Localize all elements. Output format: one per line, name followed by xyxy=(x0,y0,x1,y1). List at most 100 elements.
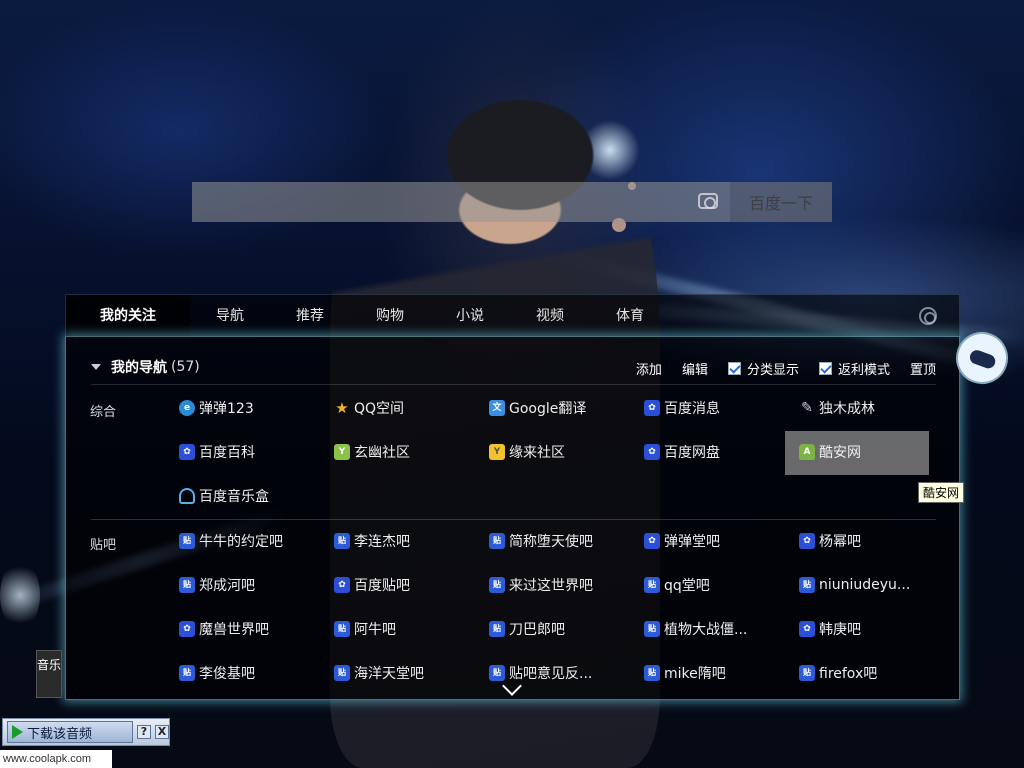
nav-link-label: 魔兽世界吧 xyxy=(199,622,269,638)
robot-mascot-icon[interactable] xyxy=(948,324,1016,408)
panel-title[interactable]: 我的导航 (57) xyxy=(91,357,200,377)
play-icon xyxy=(12,725,23,739)
star-icon: ★ xyxy=(335,399,349,417)
nav-link[interactable]: 贴来过这世界吧 xyxy=(489,574,593,596)
tieba-icon: 贴 xyxy=(489,533,505,549)
nav-link[interactable]: 贴 firefox吧 xyxy=(799,662,877,684)
nav-panel: 我的导航 (57) 添加 编辑 分类显示 返利模式 置顶 综合 e 弹弹123 ★ QQ… xyxy=(65,336,960,700)
pin-top-button[interactable]: 置顶 xyxy=(910,359,936,378)
tieba-icon: 贴 xyxy=(489,621,505,637)
panel-header: 我的导航 (57) 添加 编辑 分类显示 返利模式 置顶 xyxy=(91,357,936,385)
nav-link-label: 简称堕天使吧 xyxy=(509,534,593,550)
nav-link[interactable]: 贴牛牛的约定吧 xyxy=(179,530,283,552)
search-input[interactable] xyxy=(192,182,730,222)
tab-shopping[interactable]: 购物 xyxy=(350,295,430,337)
nav-link[interactable]: ★ QQ空间 xyxy=(334,397,404,419)
nav-link-label: 玄幽社区 xyxy=(354,445,410,461)
nav-link-label: niuniudeyu... xyxy=(819,577,911,593)
nav-link[interactable]: 贴海洋天堂吧 xyxy=(334,662,424,684)
search-button[interactable]: 百度一下 xyxy=(730,182,832,222)
ys-icon: Y xyxy=(334,444,350,460)
tieba-icon: 贴 xyxy=(799,665,815,681)
nav-link[interactable]: ✿ 百度贴吧 xyxy=(334,574,410,596)
nav-link[interactable]: Y 缘来社区 xyxy=(489,441,565,463)
baidu-paw-icon: ✿ xyxy=(644,400,660,416)
nav-link[interactable]: ✿ 百度网盘 xyxy=(644,441,720,463)
nav-title: 我的导航 xyxy=(111,360,167,376)
download-audio-button[interactable]: 下载该音频 xyxy=(7,721,133,743)
watermark: www.coolapk.com xyxy=(0,750,112,768)
tab-novel[interactable]: 小说 xyxy=(430,295,510,337)
nav-link[interactable]: 贴 qq堂吧 xyxy=(644,574,710,596)
tooltip: 酷安网 xyxy=(918,482,965,503)
header-actions: 添加 编辑 分类显示 返利模式 置顶 xyxy=(636,359,936,378)
nav-link[interactable]: 贴李连杰吧 xyxy=(334,530,410,552)
nav-link-label: 杨幂吧 xyxy=(819,534,861,550)
nav-link[interactable]: 文 Google翻译 xyxy=(489,397,586,419)
gear-icon[interactable] xyxy=(919,307,937,325)
nav-link[interactable]: ✿ 百度百科 xyxy=(179,441,255,463)
baidu-paw-icon: ✿ xyxy=(644,444,660,460)
close-button[interactable]: X xyxy=(155,725,169,739)
nav-link[interactable]: ✿ 百度消息 xyxy=(644,397,720,419)
help-button[interactable]: ? xyxy=(137,725,151,739)
rebate-mode-checkbox[interactable]: 返利模式 xyxy=(818,359,890,378)
baidu-paw-icon: ✿ xyxy=(179,621,195,637)
chevron-down-icon[interactable] xyxy=(499,677,527,697)
tab-video[interactable]: 视频 xyxy=(510,295,590,337)
section-label: 综合 xyxy=(90,405,117,420)
nav-link-label: 李连杰吧 xyxy=(354,534,410,550)
tab-recommend[interactable]: 推荐 xyxy=(270,295,350,337)
nav-link[interactable]: 贴刀巴郎吧 xyxy=(489,618,565,640)
nav-link[interactable]: 贴简称堕天使吧 xyxy=(489,530,593,552)
nav-link[interactable]: 贴李俊基吧 xyxy=(179,662,255,684)
nav-link[interactable]: ✿ 韩庚吧 xyxy=(799,618,861,640)
tieba-icon: 贴 xyxy=(179,533,195,549)
tab-bar: 我的关注 导航 推荐 购物 小说 视频 体育 xyxy=(65,294,960,337)
nav-link-label: 海洋天堂吧 xyxy=(354,666,424,682)
tieba-icon: 贴 xyxy=(644,577,660,593)
tieba-icon: 贴 xyxy=(334,665,350,681)
nav-link[interactable]: ✎ 独木成林 xyxy=(799,397,875,419)
android-icon: A xyxy=(799,444,815,460)
nav-link-label: 百度音乐盒 xyxy=(199,489,269,505)
tab-nav[interactable]: 导航 xyxy=(190,295,270,337)
nav-link[interactable]: A 酷安网 xyxy=(799,441,861,463)
nav-link[interactable]: 贴 mike隋吧 xyxy=(644,662,726,684)
add-button[interactable]: 添加 xyxy=(636,359,662,378)
edit-button[interactable]: 编辑 xyxy=(682,359,708,378)
nav-link[interactable]: ✿ 弹弹堂吧 xyxy=(644,530,720,552)
nav-link-label: 独木成林 xyxy=(819,401,875,417)
search-box xyxy=(192,182,730,222)
baidu-paw-icon: ✿ xyxy=(799,533,815,549)
category-display-checkbox[interactable]: 分类显示 xyxy=(727,359,799,378)
nav-link[interactable]: 贴 niuniudeyu... xyxy=(799,574,910,596)
nav-link[interactable]: 贴阿牛吧 xyxy=(334,618,396,640)
nav-link-label: 李俊基吧 xyxy=(199,666,255,682)
nav-link[interactable]: 贴郑成河吧 xyxy=(179,574,255,596)
nav-link[interactable]: e 弹弹123 xyxy=(179,397,254,419)
tab-my-follow[interactable]: 我的关注 xyxy=(66,294,190,337)
checkbox-icon xyxy=(727,362,741,375)
nav-link-label: 百度消息 xyxy=(664,401,720,417)
nav-count: (57) xyxy=(171,359,200,375)
section-divider xyxy=(91,519,936,520)
nav-link[interactable]: 百度音乐盒 xyxy=(179,485,269,507)
baidu-paw-icon: ✿ xyxy=(799,621,815,637)
camera-icon[interactable] xyxy=(698,193,718,209)
baidu-paw-icon: ✿ xyxy=(334,577,350,593)
tab-sports[interactable]: 体育 xyxy=(590,295,670,337)
nav-link-label: 弹弹123 xyxy=(199,401,254,417)
nav-link[interactable]: Y 玄幽社区 xyxy=(334,441,410,463)
nav-link[interactable]: ✿ 魔兽世界吧 xyxy=(179,618,269,640)
nav-link-label: firefox吧 xyxy=(819,666,878,682)
nav-link-label: 百度百科 xyxy=(199,445,255,461)
nav-link-label: 百度网盘 xyxy=(664,445,720,461)
headphones-icon xyxy=(179,488,195,504)
nav-link-label: mike隋吧 xyxy=(664,666,726,682)
download-audio-bar: 下载该音频 ? X xyxy=(2,718,170,746)
tieba-icon: 贴 xyxy=(179,665,195,681)
nav-link[interactable]: 贴植物大战僵... xyxy=(644,618,747,640)
music-tab[interactable]: 音乐 xyxy=(36,650,62,698)
nav-link[interactable]: ✿ 杨幂吧 xyxy=(799,530,861,552)
